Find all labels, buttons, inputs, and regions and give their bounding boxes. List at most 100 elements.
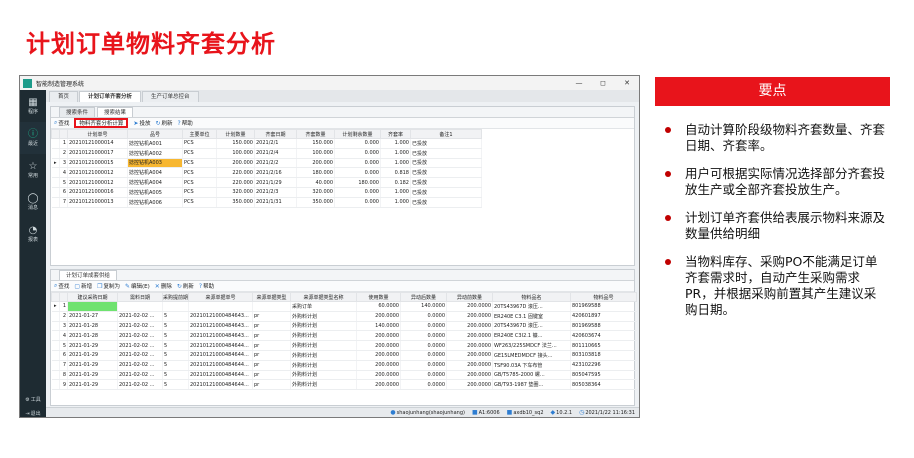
table-cell: 420603674	[570, 330, 637, 342]
new-button[interactable]: ▢ 新增	[74, 282, 92, 291]
help-button[interactable]: ? 帮助	[199, 282, 214, 291]
minimize-button[interactable]: —	[567, 79, 591, 87]
close-button[interactable]: ✕	[615, 79, 639, 87]
title-bar: 智能制造管理系统 — ◻ ✕	[20, 76, 639, 90]
tab-home[interactable]: 首页	[49, 91, 79, 102]
table-cell: 20210121000484644...	[188, 370, 253, 381]
column-header[interactable]	[59, 292, 68, 302]
sidebar-item-star[interactable]: ☆ 常用	[20, 154, 46, 186]
table-cell: PCS	[182, 167, 217, 179]
exit-icon: ⇥	[25, 410, 30, 417]
sidebar-item-label: 常用	[27, 173, 38, 179]
table-row[interactable]: 5 2021-01-29 2021-02-02 ... 5 20210121000484…	[51, 340, 637, 351]
delete-button[interactable]: ✕ 删除	[154, 282, 172, 291]
table-cell: 2021/2/2	[254, 158, 297, 169]
tab-search-conditions[interactable]: 搜索条件	[59, 107, 96, 117]
table-row[interactable]: 7 20210121000013 捻控钻机A006 PCS 350.000 2021/1/…	[51, 197, 482, 208]
table-row[interactable]: 7 2021-01-29 2021-02-02 ... 5 20210121000484…	[51, 360, 637, 371]
refresh-button[interactable]: ↻ 刷新	[155, 119, 172, 128]
table-row[interactable]: 1 20210121000014 捻控钻机A001 PCS 150.000 2021/2/…	[51, 138, 482, 149]
table-row[interactable]: 4 20210121000012 捻控钻机A004 PCS 220.000 2021/2/…	[51, 167, 482, 179]
column-header[interactable]: 计划单号	[67, 129, 128, 139]
table-cell: 350.000	[296, 197, 335, 208]
column-header[interactable]: 物料品号	[570, 292, 637, 302]
release-button[interactable]: ➤ 投放	[133, 119, 150, 128]
table-cell: 40.000	[296, 177, 335, 188]
table-row[interactable]: 6 20210121000016 捻控钻机A005 PCS 320.000 2021/2/…	[51, 187, 482, 198]
table-row[interactable]: 6 2021-01-29 2021-02-02 ... 5 20210121000484…	[51, 350, 637, 361]
edit-button[interactable]: ✎ 编辑(E)	[125, 282, 150, 291]
column-header[interactable]: 需料日期	[117, 292, 163, 302]
table-cell: 200.0000	[446, 360, 493, 371]
column-header[interactable]: 主要单位	[182, 129, 217, 139]
table-cell: 外购料计划	[290, 340, 357, 351]
sidebar-item-tools[interactable]: ⚙ 工具	[20, 396, 46, 404]
bullet-icon	[665, 259, 671, 265]
tab-kit-analysis[interactable]: 计划订单齐套分析	[79, 91, 142, 102]
table-cell: 803103818	[570, 350, 637, 361]
table-cell: 7	[59, 360, 68, 371]
column-header[interactable]: 来源单据单号	[188, 292, 253, 302]
search-button[interactable]: ⌕ 查找	[54, 282, 69, 290]
table-cell	[51, 148, 60, 159]
search-button[interactable]: ⌕ 查找	[54, 119, 69, 127]
column-header[interactable]: 异动前数量	[446, 292, 493, 302]
column-header[interactable]: 计划剩余数量	[334, 129, 381, 139]
table-cell: 6	[59, 187, 68, 198]
column-header[interactable]: 采购提前期	[162, 292, 189, 302]
column-header[interactable]: 异动后数量	[400, 292, 447, 302]
maximize-button[interactable]: ◻	[591, 79, 615, 87]
column-header[interactable]	[51, 292, 60, 302]
table-cell: 200.0000	[446, 311, 493, 322]
tab-search-results[interactable]: 搜索结果	[97, 107, 134, 117]
column-header[interactable]	[51, 129, 60, 139]
status-text: A1:6006	[478, 409, 500, 416]
column-header[interactable]: 来源单据类型	[252, 292, 291, 302]
table-cell: ER240E C3.1 固键室	[492, 311, 571, 322]
column-header[interactable]: 备注1	[410, 129, 482, 139]
lower-toolbar: ⌕ 查找 ▢ 新增 ❐ 复制为 ✎ 编辑(E) ✕ 删除 ↻ 刷新 ? 帮助	[51, 281, 634, 292]
refresh-button[interactable]: ↻ 刷新	[177, 282, 194, 291]
column-header[interactable]: 齐套日期	[254, 129, 297, 139]
delete-icon: ✕	[154, 282, 160, 290]
table-row[interactable]: 5 20210121000012 捻控钻机A004 PCS 220.000 2021/1/…	[51, 177, 482, 188]
sidebar-item-report[interactable]: ◔ 报表	[20, 218, 46, 250]
table-cell	[51, 311, 60, 322]
tab-production-console[interactable]: 生产订单总控台	[142, 91, 199, 102]
column-header[interactable]: 计划数量	[216, 129, 255, 139]
column-header[interactable]: 品号	[127, 129, 183, 139]
sidebar-item-grid[interactable]: ▦ 程序	[20, 90, 46, 122]
column-header[interactable]: 物料品名	[492, 292, 571, 302]
column-header[interactable]: 齐套率	[380, 129, 411, 139]
host-icon: ■	[471, 409, 478, 416]
table-cell	[67, 301, 118, 312]
table-cell	[51, 350, 60, 361]
column-header[interactable]: 齐套数量	[296, 129, 335, 139]
table-row[interactable]: 2 20210121000017 捻控钻机A002 PCS 100.000 2021/2/…	[51, 148, 482, 159]
table-row[interactable]: 9 2021-01-29 2021-02-02 ... 5 20210121000484…	[51, 379, 637, 391]
tab-kit-supply[interactable]: 计划订单成套供给	[59, 270, 118, 280]
table-row[interactable]: 8 2021-01-29 2021-02-02 ... 5 20210121000484…	[51, 370, 637, 381]
version-icon: ◆	[550, 409, 556, 416]
column-header[interactable]: 来源单据类型名称	[290, 292, 357, 302]
table-cell: 4	[59, 167, 68, 179]
table-row[interactable]: 3 2021-01-28 2021-02-02 ... 5 20210121000484…	[51, 321, 637, 332]
table-row[interactable]: 4 2021-01-28 2021-02-02 ... 5 20210121000484…	[51, 330, 637, 342]
table-row[interactable]: ▸ 1 采购订单 60.0000 140.0000 200.0000 20TS43967D …	[51, 301, 637, 312]
table-row[interactable]: 2 2021-01-27 2021-02-02 ... 5 20210121000484…	[51, 311, 637, 322]
help-button[interactable]: ? 帮助	[178, 119, 193, 128]
upper-tab-bar: 搜索条件 搜索结果	[51, 107, 634, 118]
table-cell: ▸	[51, 301, 60, 312]
table-row[interactable]: ▸ 3 20210121000015 捻控钻机A003 PCS 200.000 2021/2…	[51, 158, 482, 169]
column-header[interactable]: 使用数量	[356, 292, 401, 302]
calc-button[interactable]: 物料齐套分析计算	[74, 118, 129, 128]
sidebar-item-exit[interactable]: ⇥ 退出	[20, 410, 46, 418]
table-cell: 20210121000013	[67, 197, 128, 208]
copy-button[interactable]: ❐ 复制为	[97, 282, 120, 291]
sidebar-item-info[interactable]: ⓘ 最近	[20, 122, 46, 154]
sidebar-item-message[interactable]: ◯ 消息	[20, 186, 46, 218]
column-header[interactable]	[59, 129, 68, 139]
table-cell: 2021-01-28	[67, 330, 118, 342]
table-cell	[162, 301, 189, 312]
column-header[interactable]: 建议采购日期	[67, 292, 118, 302]
